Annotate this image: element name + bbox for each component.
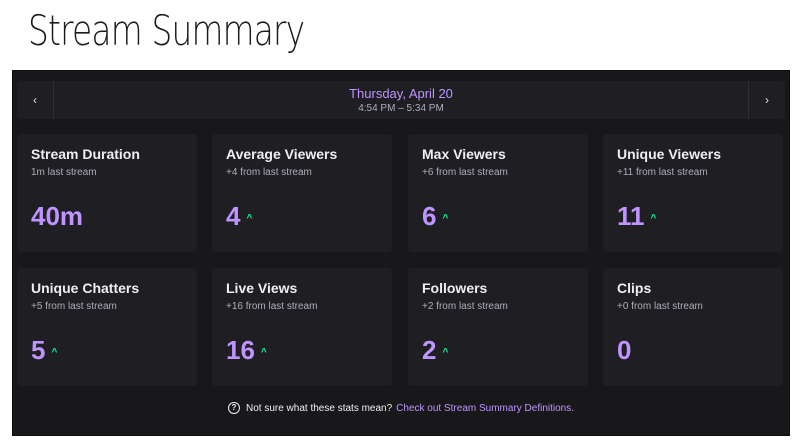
- previous-stream-button[interactable]: ‹: [17, 81, 54, 119]
- stat-comparison: 1m last stream: [31, 167, 97, 178]
- stat-title: Live Views: [226, 280, 298, 296]
- stat-value: 16: [226, 335, 255, 365]
- stat-card-followers: Followers +2 from last stream 2 ^: [408, 268, 588, 386]
- trend-up-icon: ^: [650, 213, 657, 224]
- chevron-right-icon: ›: [765, 93, 769, 107]
- stat-comparison: +11 from last stream: [617, 167, 708, 178]
- next-stream-button[interactable]: ›: [748, 81, 785, 119]
- stat-value: 6: [422, 201, 437, 231]
- stat-card-average-viewers: Average Viewers +4 from last stream 4 ^: [212, 134, 392, 252]
- stat-title: Followers: [422, 280, 488, 296]
- stat-title: Clips: [617, 280, 652, 296]
- stat-card-clips: Clips +0 from last stream 0: [603, 268, 783, 386]
- trend-up-icon: ^: [51, 347, 58, 358]
- stat-value: 2: [422, 335, 437, 365]
- page-title: Stream Summary: [28, 6, 305, 55]
- stream-summary-definitions-link[interactable]: Check out Stream Summary Definitions.: [396, 403, 574, 414]
- question-circle-icon: ?: [227, 402, 240, 414]
- trend-up-icon: ^: [442, 213, 449, 224]
- stat-title: Unique Viewers: [617, 146, 722, 162]
- stat-comparison: +4 from last stream: [226, 167, 312, 178]
- stat-comparison: +0 from last stream: [617, 301, 703, 312]
- stat-title: Unique Chatters: [31, 280, 140, 296]
- stream-time-range: 4:54 PM – 5:34 PM: [358, 103, 444, 114]
- stat-comparison: +5 from last stream: [31, 301, 117, 312]
- stat-comparison: +6 from last stream: [422, 167, 508, 178]
- chevron-left-icon: ‹: [33, 93, 37, 107]
- date-display: Thursday, April 20 4:54 PM – 5:34 PM: [53, 86, 749, 115]
- stat-value: 11: [617, 201, 645, 231]
- stat-card-stream-duration: Stream Duration 1m last stream 40m: [17, 134, 197, 252]
- stat-card-unique-chatters: Unique Chatters +5 from last stream 5 ^: [17, 268, 197, 386]
- date-navigator: ‹ Thursday, April 20 4:54 PM – 5:34 PM ›: [17, 81, 785, 119]
- stat-title: Max Viewers: [422, 146, 506, 162]
- stat-value: 5: [31, 335, 46, 365]
- stat-value: 40m: [31, 201, 84, 231]
- stream-date: Thursday, April 20: [349, 86, 453, 101]
- help-text: Not sure what these stats mean?: [245, 402, 393, 414]
- stream-summary-panel: ‹ Thursday, April 20 4:54 PM – 5:34 PM ›…: [12, 70, 790, 436]
- stat-title: Average Viewers: [226, 146, 338, 162]
- stat-comparison: +16 from last stream: [226, 301, 318, 312]
- stat-value: 4: [226, 201, 241, 231]
- trend-up-icon: ^: [260, 347, 267, 358]
- stat-title: Stream Duration: [31, 146, 140, 162]
- stat-card-live-views: Live Views +16 from last stream 16 ^: [212, 268, 392, 386]
- stat-value: 0: [617, 335, 632, 365]
- trend-up-icon: ^: [442, 347, 449, 358]
- stat-card-unique-viewers: Unique Viewers +11 from last stream 11 ^: [603, 134, 783, 252]
- trend-up-icon: ^: [246, 213, 253, 224]
- stat-card-max-viewers: Max Viewers +6 from last stream 6 ^: [408, 134, 588, 252]
- stats-help-footer: ? Not sure what these stats mean? Check …: [13, 402, 789, 414]
- stat-comparison: +2 from last stream: [422, 301, 508, 312]
